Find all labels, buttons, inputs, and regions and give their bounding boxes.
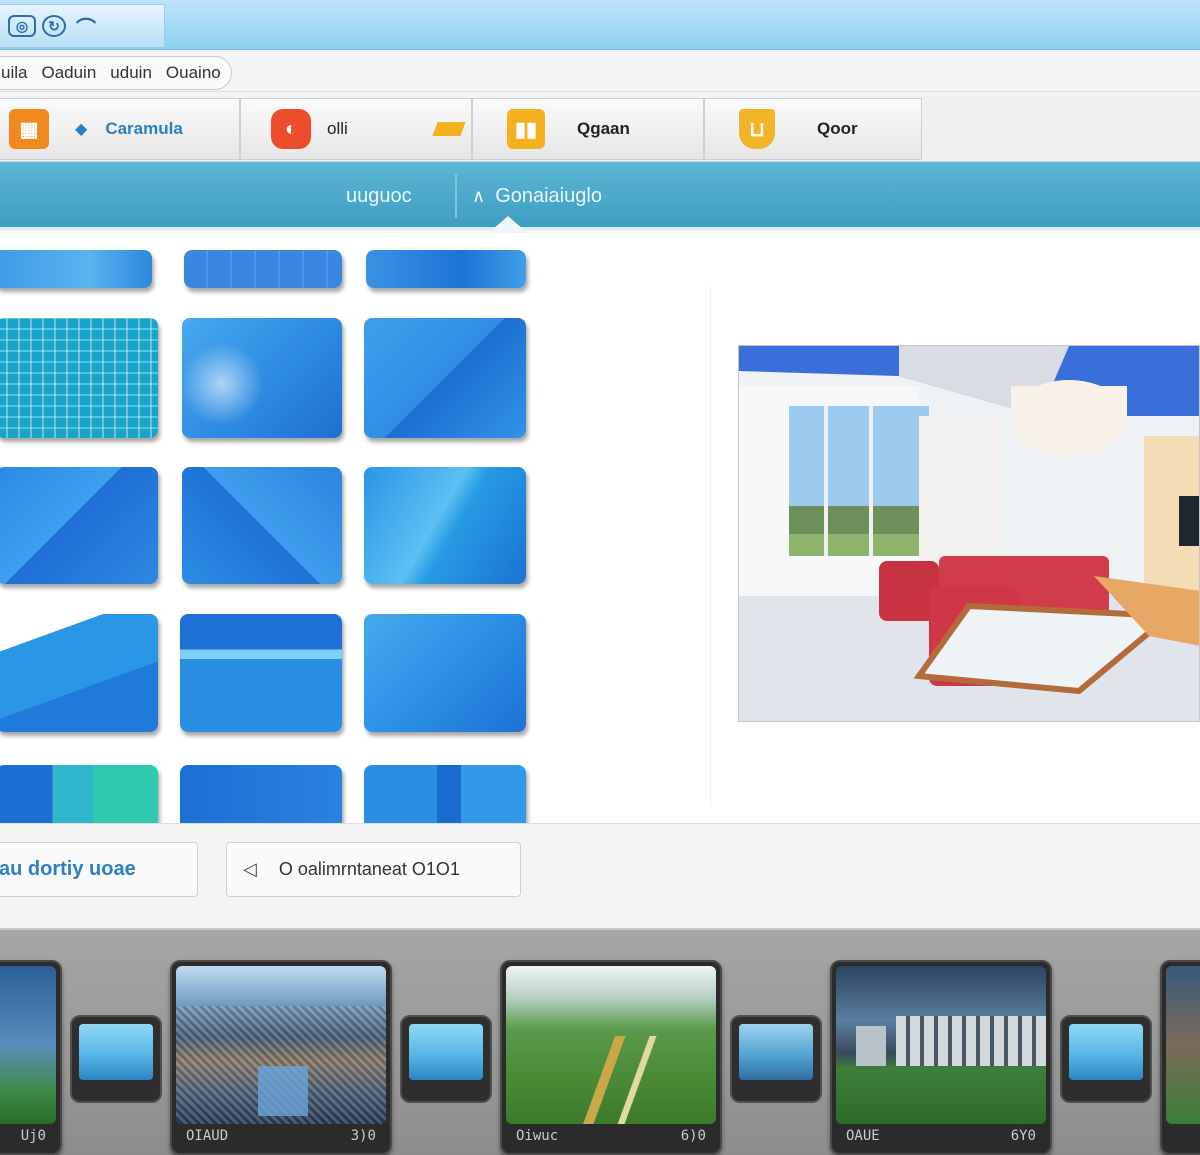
film-small-thumb xyxy=(79,1024,153,1080)
film-thumb xyxy=(1166,966,1200,1124)
city-feature xyxy=(258,1066,308,1116)
primary-action-button[interactable]: au dortiy uoae xyxy=(0,842,198,897)
film-small-thumb xyxy=(739,1024,813,1080)
building-feature xyxy=(856,1026,886,1066)
film-small-item[interactable] xyxy=(400,1015,492,1103)
film-small-thumb xyxy=(409,1024,483,1080)
film-thumb xyxy=(176,966,386,1124)
tile[interactable] xyxy=(182,318,342,438)
film-thumb xyxy=(0,966,56,1124)
film-item[interactable] xyxy=(1160,960,1200,1155)
film-caption-right: 6)0 xyxy=(680,1128,706,1144)
film-caption-right: Uj0 xyxy=(20,1128,46,1144)
primary-action-label: au dortiy uoae xyxy=(0,858,136,880)
back-arrow-icon: ◁ xyxy=(243,859,257,879)
toolbar-button-qgaan[interactable]: ▮▮ Qgaan xyxy=(472,98,704,160)
film-caption-left: OAUE xyxy=(846,1128,880,1144)
secondary-action-button[interactable]: ◁ O oalimrntaneat O1O1 xyxy=(226,842,521,897)
minimize-icon[interactable]: ⌒ xyxy=(72,15,100,40)
view-tab-right-label: Gonaiaiuglo xyxy=(495,184,602,207)
tile[interactable] xyxy=(366,250,526,288)
shirt-icon: ▮▮ xyxy=(507,109,545,149)
film-small-item[interactable] xyxy=(730,1015,822,1103)
film-thumb xyxy=(836,966,1046,1124)
film-caption-left: Oiwuc xyxy=(516,1128,559,1144)
tile-pattern xyxy=(0,318,158,438)
palette-icon: ◐ xyxy=(271,109,311,149)
film-caption: OAUE 6Y0 xyxy=(832,1123,1050,1149)
view-tab-left[interactable]: uuguoc xyxy=(346,162,412,230)
tile[interactable] xyxy=(180,765,342,823)
film-small-thumb xyxy=(1069,1024,1143,1080)
tile[interactable] xyxy=(180,614,342,732)
film-item[interactable]: OAUE 6Y0 xyxy=(830,960,1052,1155)
toolbar-button-caramula[interactable]: ▦ ◆ Caramula xyxy=(0,98,240,160)
film-caption: Oiwuc 6)0 xyxy=(502,1123,720,1149)
tile[interactable] xyxy=(184,250,342,288)
photo-icon: ▦ xyxy=(9,109,49,149)
film-item[interactable]: Oiwuc 6)0 xyxy=(500,960,722,1155)
app-icon[interactable]: ◎ xyxy=(8,15,36,37)
film-small-item[interactable] xyxy=(70,1015,162,1103)
filmstrip: Uj0 OIAUD 3)0 Oiwuc 6)0 OAUE 6Y0 xyxy=(0,928,1200,1155)
film-caption: OIAUD 3)0 xyxy=(172,1123,390,1149)
lock-icon: ⊔ xyxy=(739,109,775,149)
tile[interactable] xyxy=(0,765,158,823)
tile[interactable] xyxy=(364,614,526,732)
tile[interactable] xyxy=(364,765,526,823)
toolbar: ▦ ◆ Caramula ◐ olli ▮▮ Qgaan ⊔ Qoor xyxy=(0,96,1200,162)
tile[interactable] xyxy=(0,318,158,438)
chevron-up-icon: ∧ xyxy=(472,185,486,206)
toolbar-label-caramula: Caramula xyxy=(105,119,183,138)
tile[interactable] xyxy=(364,467,526,584)
view-divider xyxy=(455,174,457,218)
active-tab-indicator xyxy=(492,216,524,230)
preview-image[interactable] xyxy=(738,345,1200,722)
film-caption-left: OIAUD xyxy=(186,1128,229,1144)
film-small-item[interactable] xyxy=(1060,1015,1152,1103)
pencil-icon xyxy=(432,122,466,136)
menu-bar: uila Oaduin uduin Ouaino xyxy=(0,52,1200,92)
toolbar-button-olli[interactable]: ◐ olli xyxy=(240,98,472,160)
view-switch-bar: uuguoc ∧ Gonaiaiuglo xyxy=(0,162,1200,230)
action-bar: au dortiy uoae ◁ O oalimrntaneat O1O1 xyxy=(0,823,1200,928)
menu-item-1[interactable]: uila xyxy=(1,63,27,83)
menu-item-4[interactable]: Ouaino xyxy=(166,63,221,83)
film-caption-right: 3)0 xyxy=(350,1128,376,1144)
tile[interactable] xyxy=(364,318,526,438)
film-item[interactable]: OIAUD 3)0 xyxy=(170,960,392,1155)
toolbar-button-qoor[interactable]: ⊔ Qoor xyxy=(704,98,922,160)
title-tab[interactable]: ◎ ↻ ⌒ xyxy=(0,4,165,48)
building-feature xyxy=(896,1016,1046,1066)
menu-group: uila Oaduin uduin Ouaino xyxy=(0,56,232,90)
film-thumb xyxy=(506,966,716,1124)
road-feature xyxy=(546,1036,686,1124)
toolbar-label-qgaan: Qgaan xyxy=(577,119,630,138)
tile[interactable] xyxy=(0,614,158,732)
toolbar-label-olli: olli xyxy=(327,119,348,138)
title-bar: ◎ ↻ ⌒ xyxy=(0,0,1200,50)
sync-icon[interactable]: ↻ xyxy=(42,15,66,37)
toolbar-label-qoor: Qoor xyxy=(817,119,858,138)
menu-item-3[interactable]: uduin xyxy=(110,63,152,83)
tile[interactable] xyxy=(0,250,152,288)
view-tab-left-label: uuguoc xyxy=(346,184,412,207)
tile[interactable] xyxy=(0,467,158,584)
menu-item-2[interactable]: Oaduin xyxy=(41,63,96,83)
film-caption: Uj0 xyxy=(0,1123,60,1149)
room-photo xyxy=(739,346,1199,721)
bullet-icon: ◆ xyxy=(75,121,88,138)
film-item[interactable]: Uj0 xyxy=(0,960,62,1155)
secondary-action-label: O oalimrntaneat O1O1 xyxy=(278,859,460,879)
tile[interactable] xyxy=(182,467,342,584)
tile-glow xyxy=(182,318,342,438)
film-caption-right: 6Y0 xyxy=(1010,1128,1036,1144)
